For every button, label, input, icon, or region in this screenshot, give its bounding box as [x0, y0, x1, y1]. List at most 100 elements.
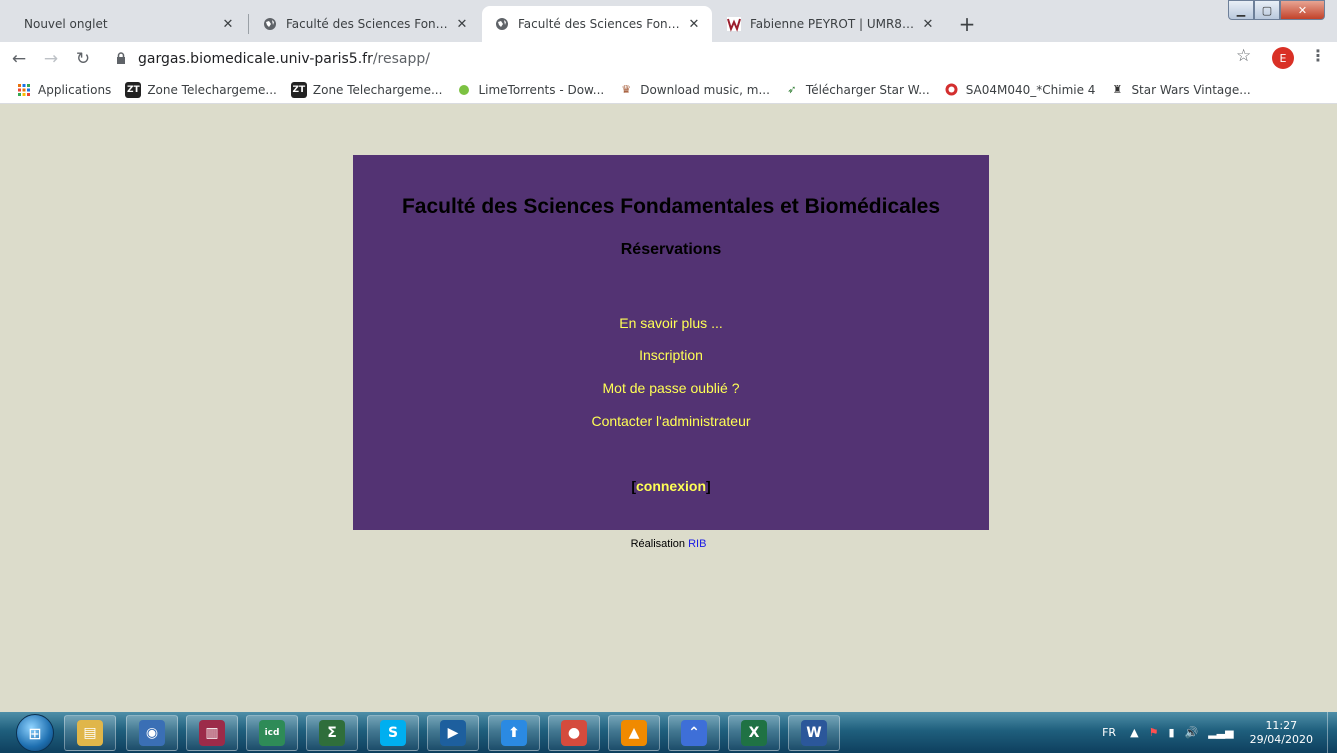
reservation-panel: Faculté des Sciences Fondamentales et Bi… — [353, 155, 989, 530]
download-arrow-icon: ➶ — [787, 83, 797, 96]
bookmark-applications[interactable]: Applications — [16, 82, 111, 98]
url-host: gargas.biomedicale.univ-paris5.fr — [138, 51, 373, 67]
link-contacter-administrateur[interactable]: Contacter l'administrateur — [353, 413, 989, 429]
window-controls: ▁ ▢ ✕ — [1228, 0, 1325, 20]
bookmark-telecharger-star-wars[interactable]: ➶ Télécharger Star W... — [784, 82, 930, 98]
reload-icon[interactable]: ↻ — [70, 46, 96, 72]
taskbar-app-nordvpn[interactable]: ⌃ — [668, 715, 720, 751]
zt-icon: ZT — [290, 81, 307, 98]
tab-separator — [248, 14, 249, 34]
bookmark-chimie[interactable]: SA04M040_*Chimie 4 — [944, 82, 1096, 98]
tab-fabienne-peyrot[interactable]: Fabienne PEYROT | UMR8601 ✕ — [714, 6, 946, 42]
bookmark-label: Zone Telechargeme... — [147, 82, 277, 97]
taskbar-app-skype[interactable]: S — [367, 715, 419, 751]
taskbar-app-winrar[interactable]: ▥ — [186, 715, 238, 751]
cloud-upload-icon: ⬆ — [501, 720, 527, 746]
vlc-icon: ▲ — [621, 720, 647, 746]
close-icon[interactable]: ✕ — [454, 16, 470, 32]
bookmark-label: Download music, m... — [640, 82, 770, 97]
bookmark-star-icon[interactable]: ☆ — [1236, 46, 1251, 66]
bracket-close: ] — [706, 478, 711, 494]
clock-time: 11:27 — [1265, 718, 1298, 732]
connexion-link[interactable]: connexion — [636, 478, 706, 494]
system-tray: FR ▲ ⚑ ▮ 🔊 ▂▃▅ 11:27 29/04/2020 — [1102, 712, 1337, 753]
address-bar[interactable]: gargas.biomedicale.univ-paris5.fr /resap… — [116, 46, 1216, 72]
zt-icon: ZT — [125, 81, 142, 98]
tab-title: Faculté des Sciences Fondamenta — [518, 17, 680, 31]
bookmark-zone-telechargement-2[interactable]: ZT Zone Telechargeme... — [290, 81, 443, 98]
new-tab-button[interactable]: + — [954, 11, 980, 37]
skype-icon: S — [380, 720, 406, 746]
clock[interactable]: 11:27 29/04/2020 — [1250, 719, 1313, 747]
download-icon: ♛ — [621, 83, 632, 96]
chimie-icon — [944, 82, 960, 98]
lime-icon — [456, 82, 472, 98]
bookmark-limetorrents[interactable]: LimeTorrents - Dow... — [456, 82, 604, 98]
bookmark-download-music[interactable]: ♛ Download music, m... — [618, 82, 770, 98]
close-icon[interactable]: ✕ — [686, 16, 702, 32]
browser-tab-strip: Nouvel onglet ✕ Faculté des Sciences Fon… — [0, 0, 1337, 42]
taskbar-app-explorer[interactable]: ▤ — [64, 715, 116, 751]
tab-faculte-2[interactable]: Faculté des Sciences Fondamenta ✕ — [482, 6, 712, 42]
profile-avatar[interactable]: E — [1272, 47, 1294, 69]
tab-faculte-1[interactable]: Faculté des Sciences Fondamenta ✕ — [250, 6, 480, 42]
action-center-flag-icon[interactable]: ⚑ — [1149, 726, 1159, 739]
link-mot-de-passe-oublie[interactable]: Mot de passe oublié ? — [353, 380, 989, 396]
university-logo-icon — [726, 16, 742, 32]
show-desktop-button[interactable] — [1327, 712, 1337, 753]
close-icon[interactable]: ✕ — [920, 16, 936, 32]
link-inscription[interactable]: Inscription — [353, 347, 989, 363]
clock-date: 29/04/2020 — [1249, 732, 1313, 746]
taskbar-app-chrome[interactable]: ● — [548, 715, 600, 751]
bookmark-zone-telechargement-1[interactable]: ZT Zone Telechargeme... — [125, 81, 277, 98]
windows-taskbar: ⊞ ▤ ◉ ▥ icd Σ S ▶ ⬆ ● ▲ ⌃ X W FR ▲ ⚑ ▮ 🔊 ▂▃▅ 11:27 2… — [0, 712, 1337, 753]
explorer-icon: ▤ — [77, 720, 103, 746]
taskbar-app-media-player[interactable]: ▶ — [427, 715, 479, 751]
credit-prefix: Réalisation — [630, 538, 685, 550]
language-indicator[interactable]: FR — [1102, 726, 1116, 739]
sigma-icon: Σ — [319, 720, 345, 746]
taskbar-app-cloud-upload[interactable]: ⬆ — [488, 715, 540, 751]
power-icon[interactable]: ▮ — [1168, 726, 1174, 739]
page-subtitle: Réservations — [620, 241, 722, 258]
forward-icon[interactable]: → — [38, 46, 64, 72]
tab-title: Nouvel onglet — [24, 17, 108, 31]
link-en-savoir-plus[interactable]: En savoir plus ... — [353, 315, 989, 331]
starwars-icon: ♜ — [1112, 83, 1123, 96]
bookmark-label: Zone Telechargeme... — [312, 82, 443, 97]
taskbar-app-excel[interactable]: X — [728, 715, 780, 751]
excel-icon: X — [741, 720, 767, 746]
show-hidden-icons-icon[interactable]: ▲ — [1130, 726, 1138, 739]
globe-icon — [262, 16, 278, 32]
minimize-icon[interactable]: ▁ — [1228, 0, 1254, 20]
credit-rib-link[interactable]: RIB — [688, 538, 706, 550]
bookmark-label: LimeTorrents - Dow... — [478, 82, 605, 97]
taskbar-app-word[interactable]: W — [788, 715, 840, 751]
bookmark-label: SA04M040_*Chimie 4 — [965, 82, 1096, 97]
bookmark-label: Applications — [38, 82, 112, 97]
volume-icon[interactable]: 🔊 — [1185, 726, 1199, 739]
globe-icon — [494, 16, 510, 32]
page-viewport: Faculté des Sciences Fondamentales et Bi… — [0, 105, 1337, 712]
taskbar-app-sigma[interactable]: Σ — [306, 715, 358, 751]
bookmark-star-wars-vintage[interactable]: ♜ Star Wars Vintage... — [1109, 82, 1251, 98]
tab-new-tab[interactable]: Nouvel onglet ✕ — [12, 6, 246, 42]
taskbar-app-thunderbird[interactable]: ◉ — [126, 715, 178, 751]
maximize-icon[interactable]: ▢ — [1254, 0, 1280, 20]
nordvpn-icon: ⌃ — [681, 720, 707, 746]
tab-title: Fabienne PEYROT | UMR8601 — [750, 17, 914, 31]
taskbar-app-vlc[interactable]: ▲ — [608, 715, 660, 751]
connexion-wrapper: [connexion] — [353, 478, 989, 494]
page-title: Faculté des Sciences Fondamentales et Bi… — [401, 195, 941, 218]
apps-grid-icon — [16, 82, 32, 98]
close-window-icon[interactable]: ✕ — [1280, 0, 1325, 20]
back-icon[interactable]: ← — [6, 46, 32, 72]
winrar-icon: ▥ — [199, 720, 225, 746]
taskbar-app-icd[interactable]: icd — [246, 715, 298, 751]
more-menu-icon[interactable]: ⋮ — [1310, 46, 1326, 65]
chrome-icon: ● — [561, 720, 587, 746]
bookmark-label: Télécharger Star W... — [805, 82, 930, 97]
signal-icon[interactable]: ▂▃▅ — [1208, 726, 1233, 739]
start-button[interactable]: ⊞ — [16, 714, 54, 752]
close-icon[interactable]: ✕ — [220, 16, 236, 32]
